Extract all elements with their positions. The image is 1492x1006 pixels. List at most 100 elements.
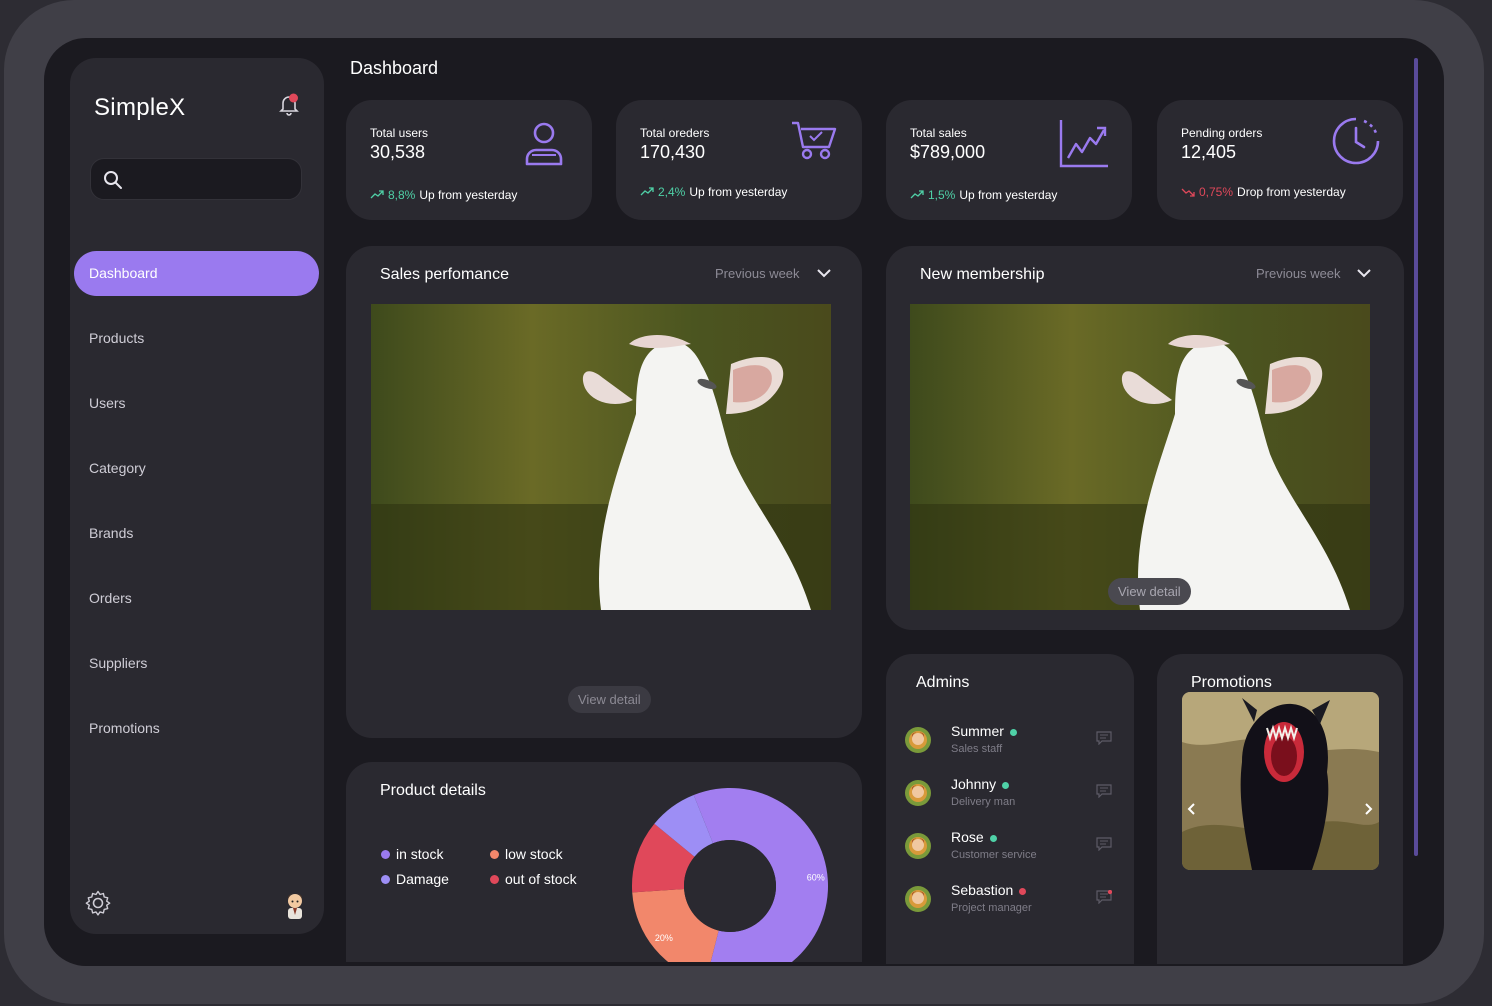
status-dot: [989, 834, 997, 842]
view-detail-button[interactable]: View detail: [1108, 578, 1191, 605]
brand-logo: SimpleX: [94, 94, 186, 121]
goat-photo: [371, 304, 831, 610]
sidebar-item-promotions[interactable]: Promotions: [74, 706, 319, 751]
stat-pct: 1,5%: [928, 188, 956, 202]
cart-icon: [790, 120, 838, 167]
stat-value: $789,000: [910, 142, 986, 162]
scrollbar[interactable]: [1414, 58, 1418, 856]
sidebar-item-brands[interactable]: Brands: [74, 511, 319, 556]
user-icon: [524, 122, 564, 171]
goat-photo: [910, 304, 1370, 610]
sidebar-item-products[interactable]: Products: [74, 316, 319, 361]
panel-title: Admins: [916, 674, 970, 691]
trend-up-icon: [370, 190, 384, 199]
search-input[interactable]: [90, 158, 302, 200]
stat-label: Total sales: [910, 126, 967, 140]
stat-card-total-orders: Total oreders 170,430 2,4% Up from yeste…: [616, 100, 862, 220]
admin-name: Summer: [951, 723, 1004, 739]
bell-icon[interactable]: [276, 92, 302, 118]
stat-trend: 0,75% Drop from yesterday: [1181, 185, 1346, 199]
status-dot: [1002, 781, 1010, 789]
status-dot: [1019, 887, 1027, 895]
new-membership-panel: New membership Previous week View detail: [886, 246, 1404, 630]
stat-pct: 0,75%: [1199, 185, 1234, 199]
admin-row[interactable]: Johnny Delivery man: [904, 776, 1118, 816]
donut-data-label: 20%: [655, 933, 673, 943]
panel-title: Sales perfomance: [380, 266, 509, 283]
period-select[interactable]: Previous week: [1256, 266, 1341, 281]
chevron-down-icon[interactable]: [816, 267, 832, 279]
app-window: SimpleX Dashboard Products Users Categor…: [44, 38, 1444, 966]
stat-value: 170,430: [640, 142, 706, 162]
sidebar-item-suppliers[interactable]: Suppliers: [74, 641, 319, 686]
admins-panel: Admins Summer Sales staff Johnny Deliver…: [886, 654, 1134, 964]
admin-row[interactable]: Summer Sales staff: [904, 723, 1118, 763]
message-icon[interactable]: [1096, 784, 1112, 798]
stat-trend-text: Up from yesterday: [689, 185, 788, 199]
stat-label: Pending orders: [1181, 126, 1263, 140]
panel-title: New membership: [920, 266, 1045, 283]
stat-label: Total users: [370, 126, 429, 140]
stat-trend-text: Drop from yesterday: [1237, 185, 1346, 199]
admin-name: Johnny: [951, 776, 997, 792]
tasmanian-devil-photo: [1182, 692, 1379, 870]
stat-trend: 2,4% Up from yesterday: [640, 185, 787, 199]
admin-avatar: [905, 780, 931, 806]
stat-trend-text: Up from yesterday: [419, 188, 518, 202]
stat-trend-text: Up from yesterday: [959, 188, 1058, 202]
chart-up-icon: [1058, 118, 1110, 175]
trend-up-icon: [910, 190, 924, 199]
donut-hole: [684, 840, 776, 932]
message-icon[interactable]: [1096, 890, 1112, 904]
admin-name: Rose: [951, 829, 984, 845]
message-icon[interactable]: [1096, 731, 1112, 745]
admin-role: Customer service: [951, 849, 1037, 861]
status-dot: [1009, 728, 1017, 736]
stat-value: 12,405: [1181, 142, 1237, 162]
search-icon: [104, 171, 122, 189]
stat-card-total-users: Total users 30,538 8,8% Up from yesterda…: [346, 100, 592, 220]
period-select[interactable]: Previous week: [715, 266, 800, 281]
panel-title: Product details: [380, 782, 486, 799]
stat-label: Total oreders: [640, 126, 710, 140]
view-detail-button[interactable]: View detail: [568, 686, 651, 713]
page-title: Dashboard: [350, 58, 439, 78]
sidebar-item-users[interactable]: Users: [74, 381, 319, 426]
sidebar: SimpleX Dashboard Products Users Categor…: [70, 58, 324, 934]
trend-down-icon: [1181, 188, 1195, 197]
stat-card-pending-orders: Pending orders 12,405 0,75% Drop from ye…: [1157, 100, 1403, 220]
stock-donut-chart: 60% 20%: [632, 788, 828, 962]
admin-name: Sebastion: [951, 882, 1014, 898]
clock-icon: [1331, 116, 1381, 171]
stat-pct: 8,8%: [388, 188, 416, 202]
sidebar-item-category[interactable]: Category: [74, 446, 319, 491]
stat-trend: 1,5% Up from yesterday: [910, 188, 1057, 202]
admin-avatar: [905, 833, 931, 859]
trend-up-icon: [640, 187, 654, 196]
stat-pct: 2,4%: [658, 185, 686, 199]
admin-role: Project manager: [951, 902, 1032, 914]
admin-row[interactable]: Sebastion Project manager: [904, 882, 1118, 922]
stat-card-total-sales: Total sales $789,000 1,5% Up from yester…: [886, 100, 1132, 220]
chevron-right-icon[interactable]: [1362, 802, 1374, 816]
stat-trend: 8,8% Up from yesterday: [370, 188, 517, 202]
chevron-left-icon[interactable]: [1186, 802, 1198, 816]
admin-row[interactable]: Rose Customer service: [904, 829, 1118, 869]
user-avatar[interactable]: [284, 890, 306, 925]
sidebar-item-dashboard[interactable]: Dashboard: [74, 251, 319, 296]
sales-performance-panel: Sales perfomance Previous week View deta…: [346, 246, 862, 738]
promotions-panel: Promotions: [1157, 654, 1403, 964]
message-icon[interactable]: [1096, 837, 1112, 851]
legend-in-stock: in stock: [381, 846, 443, 862]
admin-avatar: [905, 727, 931, 753]
admin-role: Sales staff: [951, 743, 1003, 755]
legend-low-stock: low stock: [490, 846, 563, 862]
sidebar-item-orders[interactable]: Orders: [74, 576, 319, 621]
product-details-panel: Product details in stock low stock Damag…: [346, 762, 862, 962]
panel-title: Promotions: [1191, 674, 1272, 691]
stat-value: 30,538: [370, 142, 426, 162]
gear-icon[interactable]: [84, 889, 112, 922]
donut-data-label: 60%: [807, 872, 825, 882]
chevron-down-icon[interactable]: [1356, 267, 1372, 279]
legend-damage: Damage: [381, 871, 449, 887]
